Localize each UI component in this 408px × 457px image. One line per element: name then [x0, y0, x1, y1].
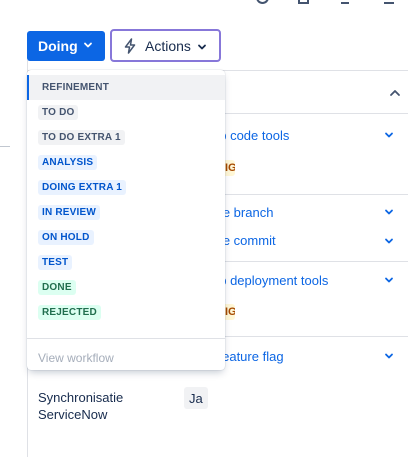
status-option-to-do-extra-1[interactable]: TO DO EXTRA 1: [27, 125, 225, 150]
status-option-to-do[interactable]: TO DO: [27, 100, 225, 125]
status-option-refinement[interactable]: REFINEMENT: [27, 75, 225, 100]
status-lozenge: TO DO EXTRA 1: [38, 130, 125, 145]
chevron-down-icon[interactable]: [384, 130, 394, 140]
left-divider-stub: [0, 146, 10, 147]
status-option-rejected[interactable]: REJECTED: [27, 300, 225, 325]
chevron-down-icon[interactable]: [384, 236, 394, 246]
status-option-in-review[interactable]: IN REVIEW: [27, 200, 225, 225]
close-icon[interactable]: [384, 0, 394, 4]
share-icon[interactable]: [298, 0, 309, 4]
status-button-label: Doing: [38, 38, 78, 54]
status-lozenge: IN REVIEW: [38, 205, 101, 220]
status-option-doing-extra-1[interactable]: DOING EXTRA 1: [27, 175, 225, 200]
chevron-down-icon: [198, 44, 206, 50]
status-lozenge: ANALYSIS: [38, 155, 98, 170]
status-lozenge: REFINEMENT: [38, 80, 113, 95]
status-lozenge: DONE: [38, 280, 76, 295]
status-lozenge: REJECTED: [38, 305, 101, 320]
chevron-down-icon[interactable]: [384, 275, 394, 285]
chevron-up-icon[interactable]: [389, 88, 401, 98]
actions-button[interactable]: Actions: [110, 29, 221, 62]
panel-divider: [225, 261, 408, 262]
status-lozenge: TEST: [38, 255, 73, 270]
task-link[interactable]: up deployment tools: [212, 273, 328, 288]
status-option-on-hold[interactable]: ON HOLD: [27, 225, 225, 250]
status-option-test[interactable]: TEST: [27, 250, 225, 275]
status-lozenge: ON HOLD: [38, 230, 94, 245]
chevron-down-icon[interactable]: [384, 351, 394, 361]
lightning-icon: [124, 37, 136, 54]
watch-icon[interactable]: [256, 0, 269, 4]
actions-button-label: Actions: [145, 37, 191, 54]
view-workflow-link[interactable]: View workflow: [27, 339, 225, 365]
chevron-down-icon[interactable]: [384, 207, 394, 217]
panel-divider: [225, 194, 408, 195]
status-dropdown-menu: REFINEMENT TO DO TO DO EXTRA 1 ANALYSIS …: [27, 70, 225, 370]
top-toolbar-icons: [248, 0, 408, 6]
status-transition-button[interactable]: Doing: [27, 31, 105, 61]
more-icon[interactable]: [341, 0, 349, 4]
field-label-synchronisatie: Synchronisatie ServiceNow: [38, 390, 124, 422]
status-option-analysis[interactable]: ANALYSIS: [27, 150, 225, 175]
panel-divider: [225, 113, 408, 114]
status-lozenge: TO DO: [38, 105, 79, 120]
panel-divider: [225, 336, 408, 337]
status-option-done[interactable]: DONE: [27, 275, 225, 300]
status-lozenge: DOING EXTRA 1: [38, 180, 127, 195]
chevron-down-icon: [84, 42, 92, 48]
field-value[interactable]: Ja: [184, 387, 208, 409]
